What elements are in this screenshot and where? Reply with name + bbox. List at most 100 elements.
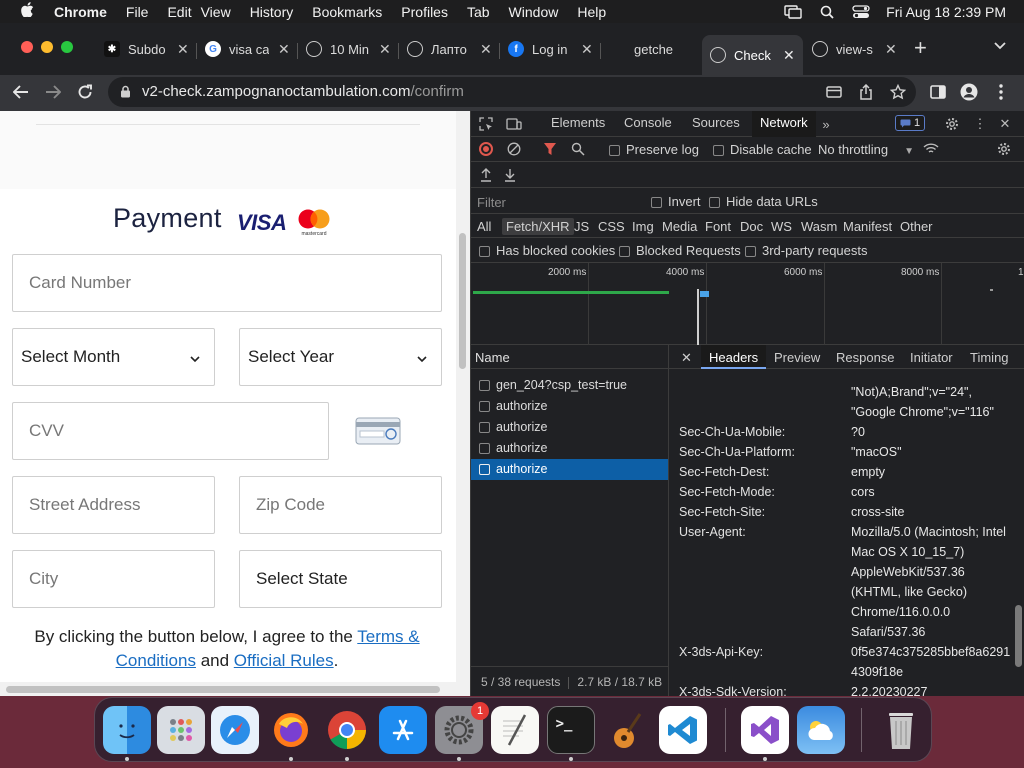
chrome-menu-kebab-icon[interactable] bbox=[988, 79, 1014, 105]
type-filter-img[interactable]: Img bbox=[632, 219, 654, 234]
side-panel-icon[interactable] bbox=[925, 79, 951, 105]
more-tabs-chevron-icon[interactable]: » bbox=[817, 115, 835, 133]
zoom-window-button[interactable] bbox=[61, 41, 73, 53]
checkbox[interactable] bbox=[609, 145, 620, 157]
tab-search-chevron-icon[interactable] bbox=[994, 39, 1006, 53]
street-address-input[interactable]: Street Address bbox=[12, 476, 215, 534]
devtools-tab-console[interactable]: Console bbox=[624, 115, 672, 130]
close-tab-icon[interactable]: ✕ bbox=[783, 47, 795, 64]
menu-view[interactable]: View bbox=[201, 4, 231, 20]
invert-checkbox[interactable]: Invert bbox=[651, 194, 701, 209]
tab-1[interactable]: ✱ Subdo ✕ bbox=[104, 35, 189, 63]
type-filter-font[interactable]: Font bbox=[705, 219, 731, 234]
finder-icon[interactable] bbox=[103, 706, 151, 754]
zip-code-input[interactable]: Zip Code bbox=[239, 476, 442, 534]
menu-file[interactable]: File bbox=[126, 4, 149, 20]
export-har-download-icon[interactable] bbox=[501, 166, 519, 184]
lock-icon[interactable] bbox=[120, 85, 131, 98]
month-select[interactable]: Select Month bbox=[12, 328, 215, 386]
type-filter-wasm[interactable]: Wasm bbox=[801, 219, 837, 234]
weather-icon[interactable] bbox=[797, 706, 845, 754]
hide-data-urls-checkbox[interactable]: Hide data URLs bbox=[709, 194, 818, 209]
tab-3[interactable]: 10 Min ✕ bbox=[306, 35, 391, 63]
network-timeline-overview[interactable]: 2000 ms 4000 ms 6000 ms 8000 ms 1 bbox=[471, 263, 1024, 345]
minimize-window-button[interactable] bbox=[41, 41, 53, 53]
launchpad-icon[interactable] bbox=[157, 706, 205, 754]
checkbox[interactable] bbox=[479, 464, 490, 476]
checkbox[interactable] bbox=[479, 443, 490, 455]
type-filter-css[interactable]: CSS bbox=[598, 219, 625, 234]
card-number-input[interactable]: Card Number bbox=[12, 254, 442, 312]
device-toolbar-icon[interactable] bbox=[505, 115, 523, 133]
close-details-icon[interactable]: ✕ bbox=[681, 350, 692, 366]
clear-icon[interactable] bbox=[505, 140, 523, 158]
tab-7-active[interactable]: Check ✕ bbox=[702, 35, 803, 75]
menu-bookmarks[interactable]: Bookmarks bbox=[312, 4, 382, 20]
third-party-checkbox[interactable]: 3rd-party requests bbox=[745, 243, 868, 258]
details-scrollbar-thumb[interactable] bbox=[1015, 605, 1022, 667]
issues-badge[interactable]: 1 bbox=[895, 115, 926, 131]
card-icon[interactable] bbox=[824, 82, 844, 102]
blocked-requests-checkbox[interactable]: Blocked Requests bbox=[619, 243, 741, 258]
scrollbar-thumb[interactable] bbox=[6, 686, 440, 693]
checkbox[interactable] bbox=[479, 401, 490, 413]
details-tab-preview[interactable]: Preview bbox=[774, 350, 820, 365]
checkbox[interactable] bbox=[709, 197, 720, 209]
forward-arrow-icon[interactable] bbox=[40, 79, 66, 105]
type-filter-other[interactable]: Other bbox=[900, 219, 933, 234]
tab-4[interactable]: Лапто ✕ bbox=[407, 35, 492, 63]
safari-icon[interactable] bbox=[211, 706, 259, 754]
garageband-icon[interactable] bbox=[603, 706, 651, 754]
year-select[interactable]: Select Year bbox=[239, 328, 442, 386]
close-window-button[interactable] bbox=[21, 41, 33, 53]
back-arrow-icon[interactable] bbox=[8, 79, 34, 105]
details-tab-response[interactable]: Response bbox=[836, 350, 895, 365]
filter-funnel-icon[interactable] bbox=[541, 140, 559, 158]
address-bar[interactable]: v2-check.zampognanoctambulation.com/conf… bbox=[108, 77, 916, 107]
textedit-icon[interactable] bbox=[491, 706, 539, 754]
type-filter-js[interactable]: JS bbox=[574, 219, 589, 234]
type-filter-manifest[interactable]: Manifest bbox=[843, 219, 892, 234]
checkbox[interactable] bbox=[745, 246, 756, 258]
cvv-input[interactable]: CVV bbox=[12, 402, 329, 460]
checkbox[interactable] bbox=[479, 246, 490, 258]
details-tab-timing[interactable]: Timing bbox=[970, 350, 1009, 365]
page-vertical-scrollbar[interactable] bbox=[456, 111, 470, 696]
visual-studio-icon[interactable] bbox=[741, 706, 789, 754]
close-tab-icon[interactable]: ✕ bbox=[480, 41, 492, 58]
request-row-selected[interactable]: authorize bbox=[471, 459, 668, 480]
new-tab-plus-icon[interactable]: + bbox=[914, 35, 927, 61]
chrome-icon[interactable] bbox=[323, 706, 371, 754]
bookmark-star-icon[interactable] bbox=[888, 82, 908, 102]
menu-clock[interactable]: Fri Aug 18 2:39 PM bbox=[886, 4, 1006, 20]
inspect-element-icon[interactable] bbox=[477, 115, 495, 133]
menu-help[interactable]: Help bbox=[577, 4, 606, 20]
screen-mirroring-icon[interactable] bbox=[782, 4, 804, 19]
type-filter-all[interactable]: All bbox=[477, 219, 491, 234]
request-row[interactable]: authorize bbox=[471, 438, 668, 459]
checkbox[interactable] bbox=[619, 246, 630, 258]
state-select[interactable]: Select State bbox=[239, 550, 442, 608]
scrollbar-thumb[interactable] bbox=[459, 233, 466, 369]
reload-icon[interactable] bbox=[72, 79, 98, 105]
close-tab-icon[interactable]: ✕ bbox=[581, 41, 593, 58]
profile-avatar-icon[interactable] bbox=[956, 79, 982, 105]
menu-history[interactable]: History bbox=[250, 4, 294, 20]
tab-2[interactable]: G visa ca ✕ bbox=[205, 35, 290, 63]
tab-5[interactable]: f Log in ✕ bbox=[508, 35, 593, 63]
import-har-upload-icon[interactable] bbox=[477, 166, 495, 184]
app-store-icon[interactable] bbox=[379, 706, 427, 754]
request-row[interactable]: authorize bbox=[471, 396, 668, 417]
type-filter-media[interactable]: Media bbox=[662, 219, 697, 234]
checkbox[interactable] bbox=[651, 197, 662, 209]
network-conditions-wifi-icon[interactable] bbox=[922, 140, 940, 158]
page-horizontal-scrollbar[interactable] bbox=[0, 682, 456, 696]
menu-profiles[interactable]: Profiles bbox=[401, 4, 448, 20]
close-tab-icon[interactable]: ✕ bbox=[278, 41, 290, 58]
settings-gear-icon[interactable] bbox=[943, 115, 961, 133]
trash-icon[interactable] bbox=[877, 706, 925, 754]
close-tab-icon[interactable]: ✕ bbox=[379, 41, 391, 58]
tab-8[interactable]: view-s ✕ bbox=[812, 35, 897, 63]
menu-window[interactable]: Window bbox=[509, 4, 559, 20]
type-filter-ws[interactable]: WS bbox=[771, 219, 792, 234]
